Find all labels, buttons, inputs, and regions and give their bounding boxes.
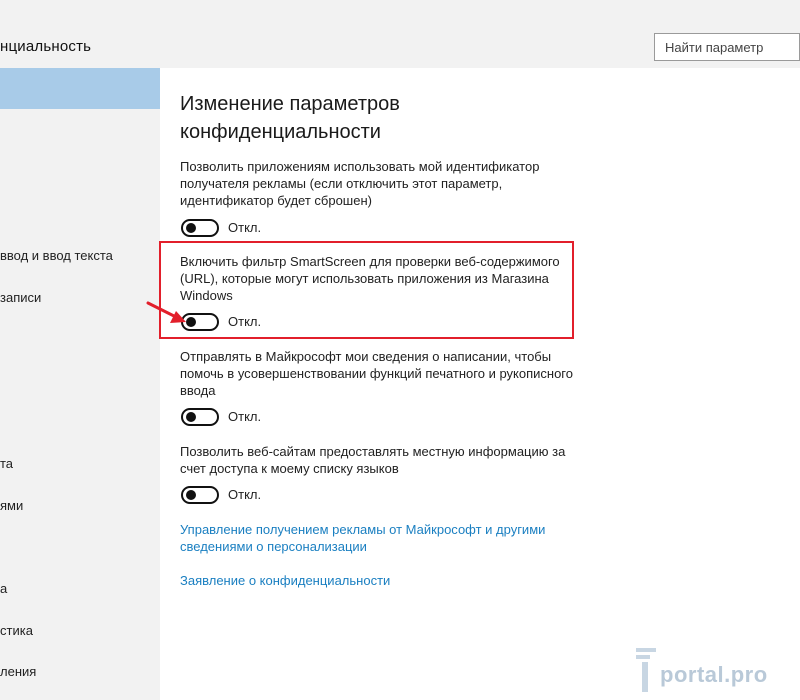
- sidebar-item-5[interactable]: а: [0, 581, 160, 596]
- arrow-icon: [146, 301, 186, 323]
- setting-ad-id-toggle[interactable]: [181, 219, 219, 237]
- sidebar-item-diagnostics[interactable]: стика: [0, 623, 160, 638]
- setting-language-list-state: Откл.: [228, 487, 262, 502]
- sidebar-item-4[interactable]: ями: [0, 498, 160, 513]
- setting-language-list-description: Позволить веб-сайтам предоставлять местн…: [180, 444, 566, 476]
- search-placeholder: Найти параметр: [665, 40, 764, 55]
- highlight-frame: [159, 241, 574, 339]
- setting-typing-info-toggle[interactable]: [181, 408, 219, 426]
- sidebar-item-7[interactable]: ления: [0, 664, 160, 679]
- setting-ad-id-state: Откл.: [228, 220, 262, 235]
- setting-typing-info-description: Отправлять в Майкрософт мои сведения о н…: [180, 349, 573, 398]
- toggle-knob: [186, 490, 196, 500]
- watermark-text: portal.pro: [660, 662, 768, 687]
- search-input[interactable]: Найти параметр: [654, 33, 800, 61]
- page-title: Изменение параметров конфиденциальности: [180, 93, 400, 143]
- setting-ad-id-description: Позволить приложениям использовать мой и…: [180, 159, 540, 208]
- sidebar-item-3[interactable]: та: [0, 456, 160, 471]
- header-bar: нциальность Найти параметр: [0, 0, 800, 68]
- main-content: Изменение параметров конфиденциальности …: [160, 68, 800, 700]
- sidebar-item-input[interactable]: ввод и ввод текста: [0, 248, 160, 263]
- watermark-logo: portal.pro: [630, 644, 800, 700]
- sidebar-item-accounts[interactable]: записи: [0, 290, 160, 305]
- link-privacy-statement[interactable]: Заявление о конфиденциальности: [180, 572, 600, 589]
- setting-typing-info-state: Откл.: [228, 409, 262, 424]
- toggle-knob: [186, 412, 196, 422]
- setting-language-list-toggle[interactable]: [181, 486, 219, 504]
- toggle-knob: [186, 223, 196, 233]
- logo-icon: [636, 648, 656, 692]
- link-manage-ads[interactable]: Управление получением рекламы от Майкрос…: [180, 521, 600, 555]
- sidebar-item-selected[interactable]: [0, 68, 160, 109]
- page-category-title: нциальность: [0, 38, 92, 55]
- sidebar: ввод и ввод текста записи та ями а стика…: [0, 68, 160, 700]
